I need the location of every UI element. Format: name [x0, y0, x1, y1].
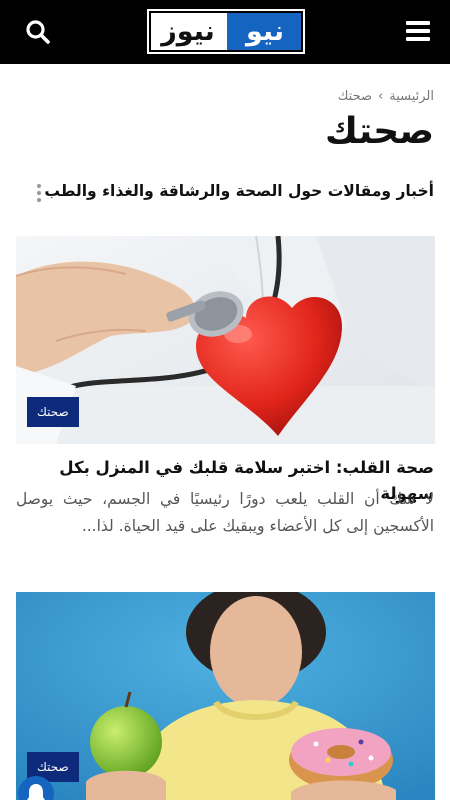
site-logo[interactable]: نيو نيوز: [147, 9, 305, 54]
breadcrumb-home-link[interactable]: الرئيسية: [389, 89, 434, 104]
search-icon[interactable]: [24, 18, 52, 46]
hamburger-menu-icon[interactable]: [406, 20, 430, 42]
page-title: صحتك: [325, 111, 434, 152]
breadcrumb: الرئيسية › صحتك: [338, 89, 434, 104]
article-excerpt: لا شك أن القلب يلعب دورًا رئيسيًا في الج…: [16, 490, 434, 535]
breadcrumb-current: صحتك: [337, 89, 373, 104]
category-description: أخبار ومقالات حول الصحة والرشاقة والغذاء…: [44, 182, 434, 200]
top-bar: نيو نيوز: [0, 0, 450, 64]
category-description-row: أخبار ومقالات حول الصحة والرشاقة والغذاء…: [16, 180, 434, 208]
article-image[interactable]: صحتك: [16, 236, 435, 444]
apple-donut-choice-photo: [16, 592, 435, 800]
category-badge[interactable]: صحتك: [27, 397, 79, 427]
article-image[interactable]: صحتك: [16, 592, 435, 800]
more-options-icon[interactable]: [36, 184, 42, 204]
breadcrumb-separator: ›: [378, 89, 384, 104]
logo-secondary-text: نيوز: [149, 11, 227, 52]
logo-primary-text: نيو: [227, 11, 303, 52]
heart-stethoscope-photo: [16, 236, 435, 444]
bell-icon[interactable]: [18, 776, 54, 800]
